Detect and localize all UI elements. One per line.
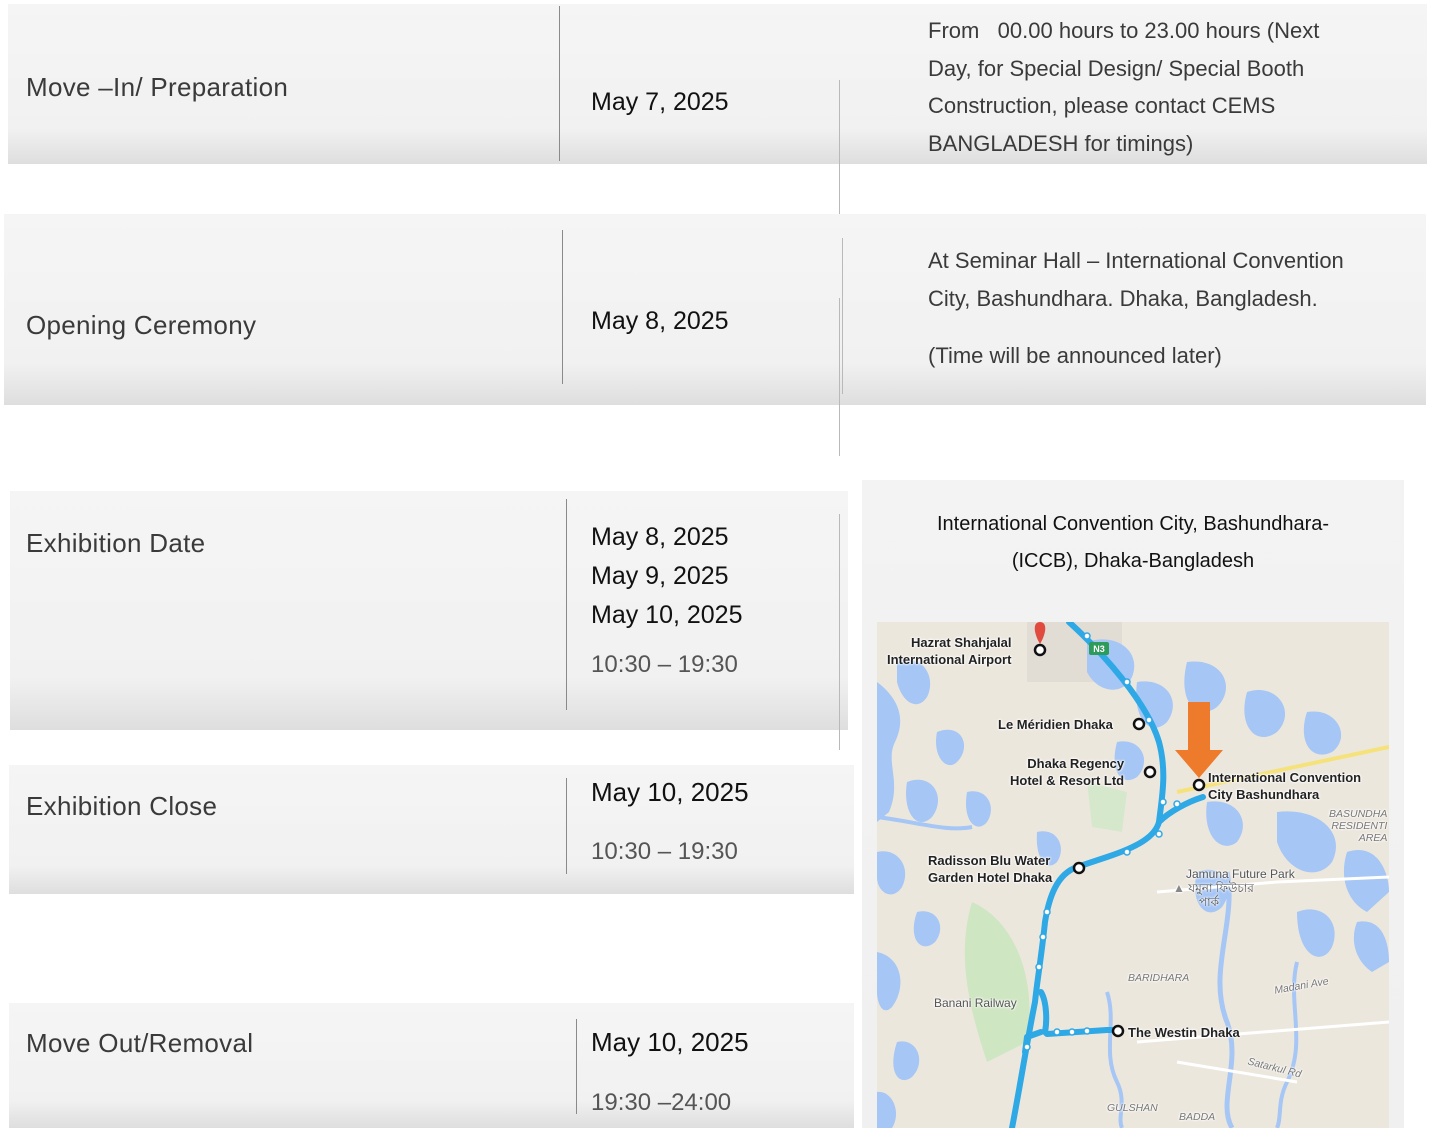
column-divider xyxy=(559,6,560,161)
row-move-in: Move –In/ Preparation May 7, 2025 From 0… xyxy=(8,4,1427,164)
info-line: From 00.00 hours to 23.00 hours (Next xyxy=(928,18,1320,43)
venue-title: International Convention City, Bashundha… xyxy=(862,506,1404,580)
column-divider xyxy=(566,778,567,874)
info-line: City, Bashundhara. Dhaka, Bangladesh. xyxy=(928,285,1318,311)
row-time: 19:30 –24:00 xyxy=(591,1089,732,1116)
map-label-line: Garden Hotel Dhaka xyxy=(928,870,1053,885)
map-label-line: Hazrat Shahjalal xyxy=(911,635,1012,650)
map-label-line: Hotel & Resort Ltd xyxy=(1010,773,1125,788)
column-divider xyxy=(839,514,840,750)
info-line: BANGLADESH for timings) xyxy=(928,130,1194,156)
row-date: May 10, 2025 xyxy=(591,601,743,629)
map-label-badda: BADDA xyxy=(1179,1111,1216,1123)
row-time: 10:30 – 19:30 xyxy=(591,838,738,865)
venue-map-panel: International Convention City, Bashundha… xyxy=(862,480,1404,1128)
info-line: At Seminar Hall – International Conventi… xyxy=(928,248,1344,273)
row-date: May 8, 2025 xyxy=(591,307,729,335)
row-date: May 10, 2025 xyxy=(591,777,749,807)
map-label-basundhara: BASUNDHA RESIDENTI AREA xyxy=(1329,808,1387,844)
map-label-jamuna: Jamuna Future Park xyxy=(1186,867,1295,881)
map-label-line: International Convention xyxy=(1208,770,1362,785)
map-label-line: City Bashundhara xyxy=(1208,787,1320,802)
venue-title-line: International Convention City, Bashundha… xyxy=(936,513,1330,535)
map-label-gulshan: GULSHAN xyxy=(1107,1102,1158,1114)
map-label-line: Radisson Blu Water xyxy=(928,853,1051,868)
row-label: Move Out/Removal xyxy=(26,1028,254,1058)
shopping-icon: ▲ xyxy=(1173,881,1185,895)
highway-label: N3 xyxy=(1093,644,1105,654)
row-date: May 7, 2025 xyxy=(591,88,729,116)
row-date: May 9, 2025 xyxy=(591,562,729,590)
row-info: At Seminar Hall – International Conventi… xyxy=(928,242,1344,375)
map-label-line: পার্ক xyxy=(1199,895,1220,909)
row-label: Exhibition Date xyxy=(26,528,206,558)
map-label-meridien: Le Méridien Dhaka xyxy=(998,717,1113,732)
info-line: Day, for Special Design/ Special Booth xyxy=(928,55,1305,81)
venue-map[interactable]: N3 Hazrat Shahjalal International Airpor… xyxy=(877,622,1389,1128)
row-date: May 10, 2025 xyxy=(591,1027,749,1057)
row-info: From 00.00 hours to 23.00 hours (Next Da… xyxy=(928,12,1319,162)
row-move-out: Move Out/Removal May 10, 2025 19:30 –24:… xyxy=(9,1003,854,1128)
row-opening-ceremony: Opening Ceremony May 8, 2025 At Seminar … xyxy=(4,214,1426,405)
map-label-iccb: International Convention City Bashundhar… xyxy=(1208,769,1361,803)
row-label: Move –In/ Preparation xyxy=(26,72,289,102)
column-divider xyxy=(566,499,567,710)
location-arrow-icon xyxy=(1188,702,1210,750)
map-label-text: যমুনা ফিউচার xyxy=(1188,881,1254,895)
map-label-airport: Hazrat Shahjalal International Airport xyxy=(885,634,1011,668)
map-label-line: AREA xyxy=(1358,832,1388,844)
row-exhibition-close: Exhibition Close May 10, 2025 10:30 – 19… xyxy=(9,765,854,894)
row-date: May 8, 2025 xyxy=(591,523,729,551)
row-time: 10:30 – 19:30 xyxy=(591,651,738,678)
row-label: Exhibition Close xyxy=(26,791,218,821)
map-label-radisson: Radisson Blu Water Garden Hotel Dhaka xyxy=(928,852,1052,886)
row-label: Opening Ceremony xyxy=(26,310,257,340)
map-label-line: ▲ যমুনা ফিউচার xyxy=(1173,881,1254,895)
map-label-westin: The Westin Dhaka xyxy=(1128,1025,1240,1040)
map-label-line: International Airport xyxy=(886,652,1012,667)
map-label-banani: Banani Railway xyxy=(934,996,1017,1010)
info-note: (Time will be announced later) xyxy=(928,343,1222,368)
venue-title-line: (ICCB), Dhaka-Bangladesh xyxy=(1011,550,1255,572)
column-divider xyxy=(839,298,840,456)
map-label-line: Dhaka Regency xyxy=(1027,756,1125,771)
info-line: Construction, please contact CEMS xyxy=(928,93,1276,118)
column-divider xyxy=(842,238,843,394)
column-divider xyxy=(562,230,563,384)
map-label-line: RESIDENTI xyxy=(1331,820,1388,832)
map-label-line: BASUNDHA xyxy=(1329,808,1388,820)
map-label-baridhara: BARIDHARA xyxy=(1128,972,1190,984)
map-label-regency: Dhaka Regency Hotel & Resort Ltd xyxy=(1010,755,1124,789)
row-exhibition-date: Exhibition Date May 8, 2025 May 9, 2025 … xyxy=(10,491,848,730)
column-divider xyxy=(576,1019,577,1114)
map-label-jamuna-bn: ▲ যমুনা ফিউচার পার্ক xyxy=(1173,881,1254,909)
